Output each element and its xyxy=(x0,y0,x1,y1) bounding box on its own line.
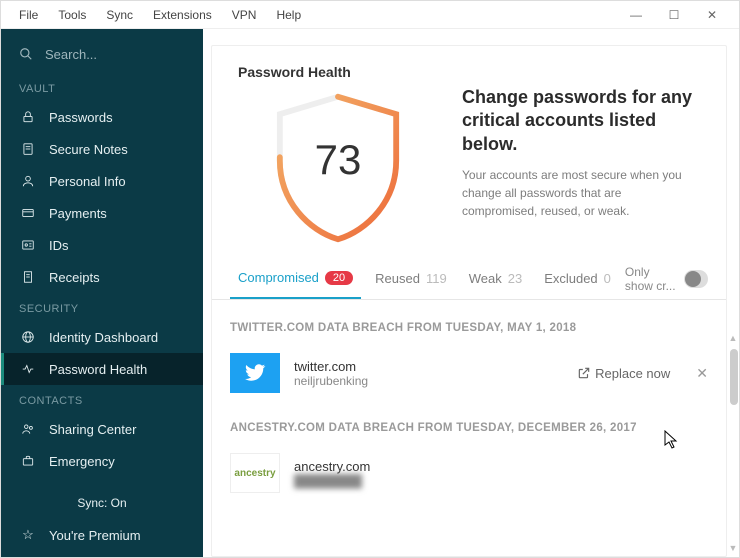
breach-header: ANCESTRY.COM DATA BREACH FROM TUESDAY, D… xyxy=(230,422,708,434)
tab-weak[interactable]: Weak23 xyxy=(461,258,530,299)
briefcase-icon xyxy=(19,454,37,468)
entry-site: ancestry.com xyxy=(294,459,708,474)
excluded-count: 0 xyxy=(604,271,611,286)
sidebar-item-ids[interactable]: IDs xyxy=(1,229,203,261)
section-vault-label: VAULT xyxy=(1,73,203,101)
entry-user: neiljrubenking xyxy=(294,374,577,388)
sidebar-item-sharing-center[interactable]: Sharing Center xyxy=(1,413,203,445)
sidebar-item-receipts[interactable]: Receipts xyxy=(1,261,203,293)
section-contacts-label: CONTACTS xyxy=(1,385,203,413)
lock-icon xyxy=(19,110,37,124)
main-content: Password Health 73 Change passwords for … xyxy=(203,29,739,557)
window-close-button[interactable]: ✕ xyxy=(693,1,731,28)
sidebar-item-payments[interactable]: Payments xyxy=(1,197,203,229)
ancestry-logo-icon: ancestry xyxy=(230,453,280,493)
search-input[interactable]: Search... xyxy=(1,35,203,73)
mouse-cursor-icon xyxy=(664,430,680,450)
breach-entry[interactable]: twitter.com neiljrubenking Replace now ✕ xyxy=(230,348,708,398)
menu-sync[interactable]: Sync xyxy=(96,1,143,28)
entry-site: twitter.com xyxy=(294,359,577,374)
globe-icon xyxy=(19,330,37,344)
sidebar-item-label: Sharing Center xyxy=(49,422,136,437)
health-heading: Change passwords for any critical accoun… xyxy=(462,86,700,156)
sync-status[interactable]: Sync: On xyxy=(1,487,203,519)
star-icon: ☆ xyxy=(19,527,37,543)
only-show-critical-toggle[interactable] xyxy=(684,270,708,288)
breach-list: TWITTER.COM DATA BREACH FROM TUESDAY, MA… xyxy=(212,300,726,556)
reused-count: 119 xyxy=(426,271,447,286)
note-icon xyxy=(19,142,37,156)
sidebar-item-label: Emergency xyxy=(49,454,115,469)
health-subtext: Your accounts are most secure when you c… xyxy=(462,166,700,220)
password-health-title: Password Health xyxy=(238,64,438,80)
health-score-shield: 73 xyxy=(263,88,413,248)
receipt-icon xyxy=(19,270,37,284)
sidebar-item-identity-dashboard[interactable]: Identity Dashboard xyxy=(1,321,203,353)
sidebar-item-label: Payments xyxy=(49,206,107,221)
menubar: File Tools Sync Extensions VPN Help — ☐ … xyxy=(1,1,739,29)
premium-label: You're Premium xyxy=(49,528,141,543)
scroll-up-arrow-icon[interactable]: ▲ xyxy=(728,333,738,343)
menu-help[interactable]: Help xyxy=(266,1,311,28)
premium-status[interactable]: ☆ You're Premium xyxy=(1,519,203,551)
sidebar-item-label: Receipts xyxy=(49,270,100,285)
dismiss-button[interactable]: ✕ xyxy=(696,365,708,382)
weak-count: 23 xyxy=(508,271,522,286)
person-icon xyxy=(19,174,37,188)
sidebar-item-secure-notes[interactable]: Secure Notes xyxy=(1,133,203,165)
twitter-logo-icon xyxy=(230,353,280,393)
tab-compromised[interactable]: Compromised20 xyxy=(230,258,361,299)
compromised-count-badge: 20 xyxy=(325,271,353,285)
menu-vpn[interactable]: VPN xyxy=(222,1,267,28)
sidebar-item-emergency[interactable]: Emergency xyxy=(1,445,203,477)
search-placeholder: Search... xyxy=(45,47,97,62)
external-link-icon xyxy=(577,366,591,380)
menu-tools[interactable]: Tools xyxy=(48,1,96,28)
health-score-value: 73 xyxy=(263,88,413,248)
people-icon xyxy=(19,422,37,436)
tab-reused[interactable]: Reused119 xyxy=(367,258,455,299)
id-icon xyxy=(19,238,37,252)
only-show-critical-label: Only show cr... xyxy=(625,265,677,293)
menu-extensions[interactable]: Extensions xyxy=(143,1,222,28)
window-maximize-button[interactable]: ☐ xyxy=(655,1,693,28)
heartbeat-icon xyxy=(19,362,37,376)
entry-user: ████████ xyxy=(294,474,708,488)
tab-excluded[interactable]: Excluded0 xyxy=(536,258,619,299)
sidebar-item-label: Passwords xyxy=(49,110,113,125)
sidebar-item-passwords[interactable]: Passwords xyxy=(1,101,203,133)
breach-entry[interactable]: ancestry ancestry.com ████████ xyxy=(230,448,708,498)
breach-header: TWITTER.COM DATA BREACH FROM TUESDAY, MA… xyxy=(230,322,708,334)
section-security-label: SECURITY xyxy=(1,293,203,321)
scrollbar-thumb[interactable] xyxy=(730,349,738,405)
menu-file[interactable]: File xyxy=(9,1,48,28)
scroll-down-arrow-icon[interactable]: ▼ xyxy=(728,543,738,553)
health-tabs: Compromised20 Reused119 Weak23 Excluded0… xyxy=(212,258,726,300)
sidebar-item-label: IDs xyxy=(49,238,69,253)
card-icon xyxy=(19,206,37,220)
sidebar-item-label: Password Health xyxy=(49,362,147,377)
sidebar-item-label: Personal Info xyxy=(49,174,126,189)
search-icon xyxy=(19,47,33,61)
sidebar-item-label: Identity Dashboard xyxy=(49,330,158,345)
sidebar-item-personal-info[interactable]: Personal Info xyxy=(1,165,203,197)
sidebar-item-label: Secure Notes xyxy=(49,142,128,157)
replace-now-button[interactable]: Replace now xyxy=(577,366,670,381)
sidebar-item-password-health[interactable]: Password Health xyxy=(1,353,203,385)
window-minimize-button[interactable]: — xyxy=(617,1,655,28)
sidebar: Search... VAULT Passwords Secure Notes P… xyxy=(1,29,203,557)
